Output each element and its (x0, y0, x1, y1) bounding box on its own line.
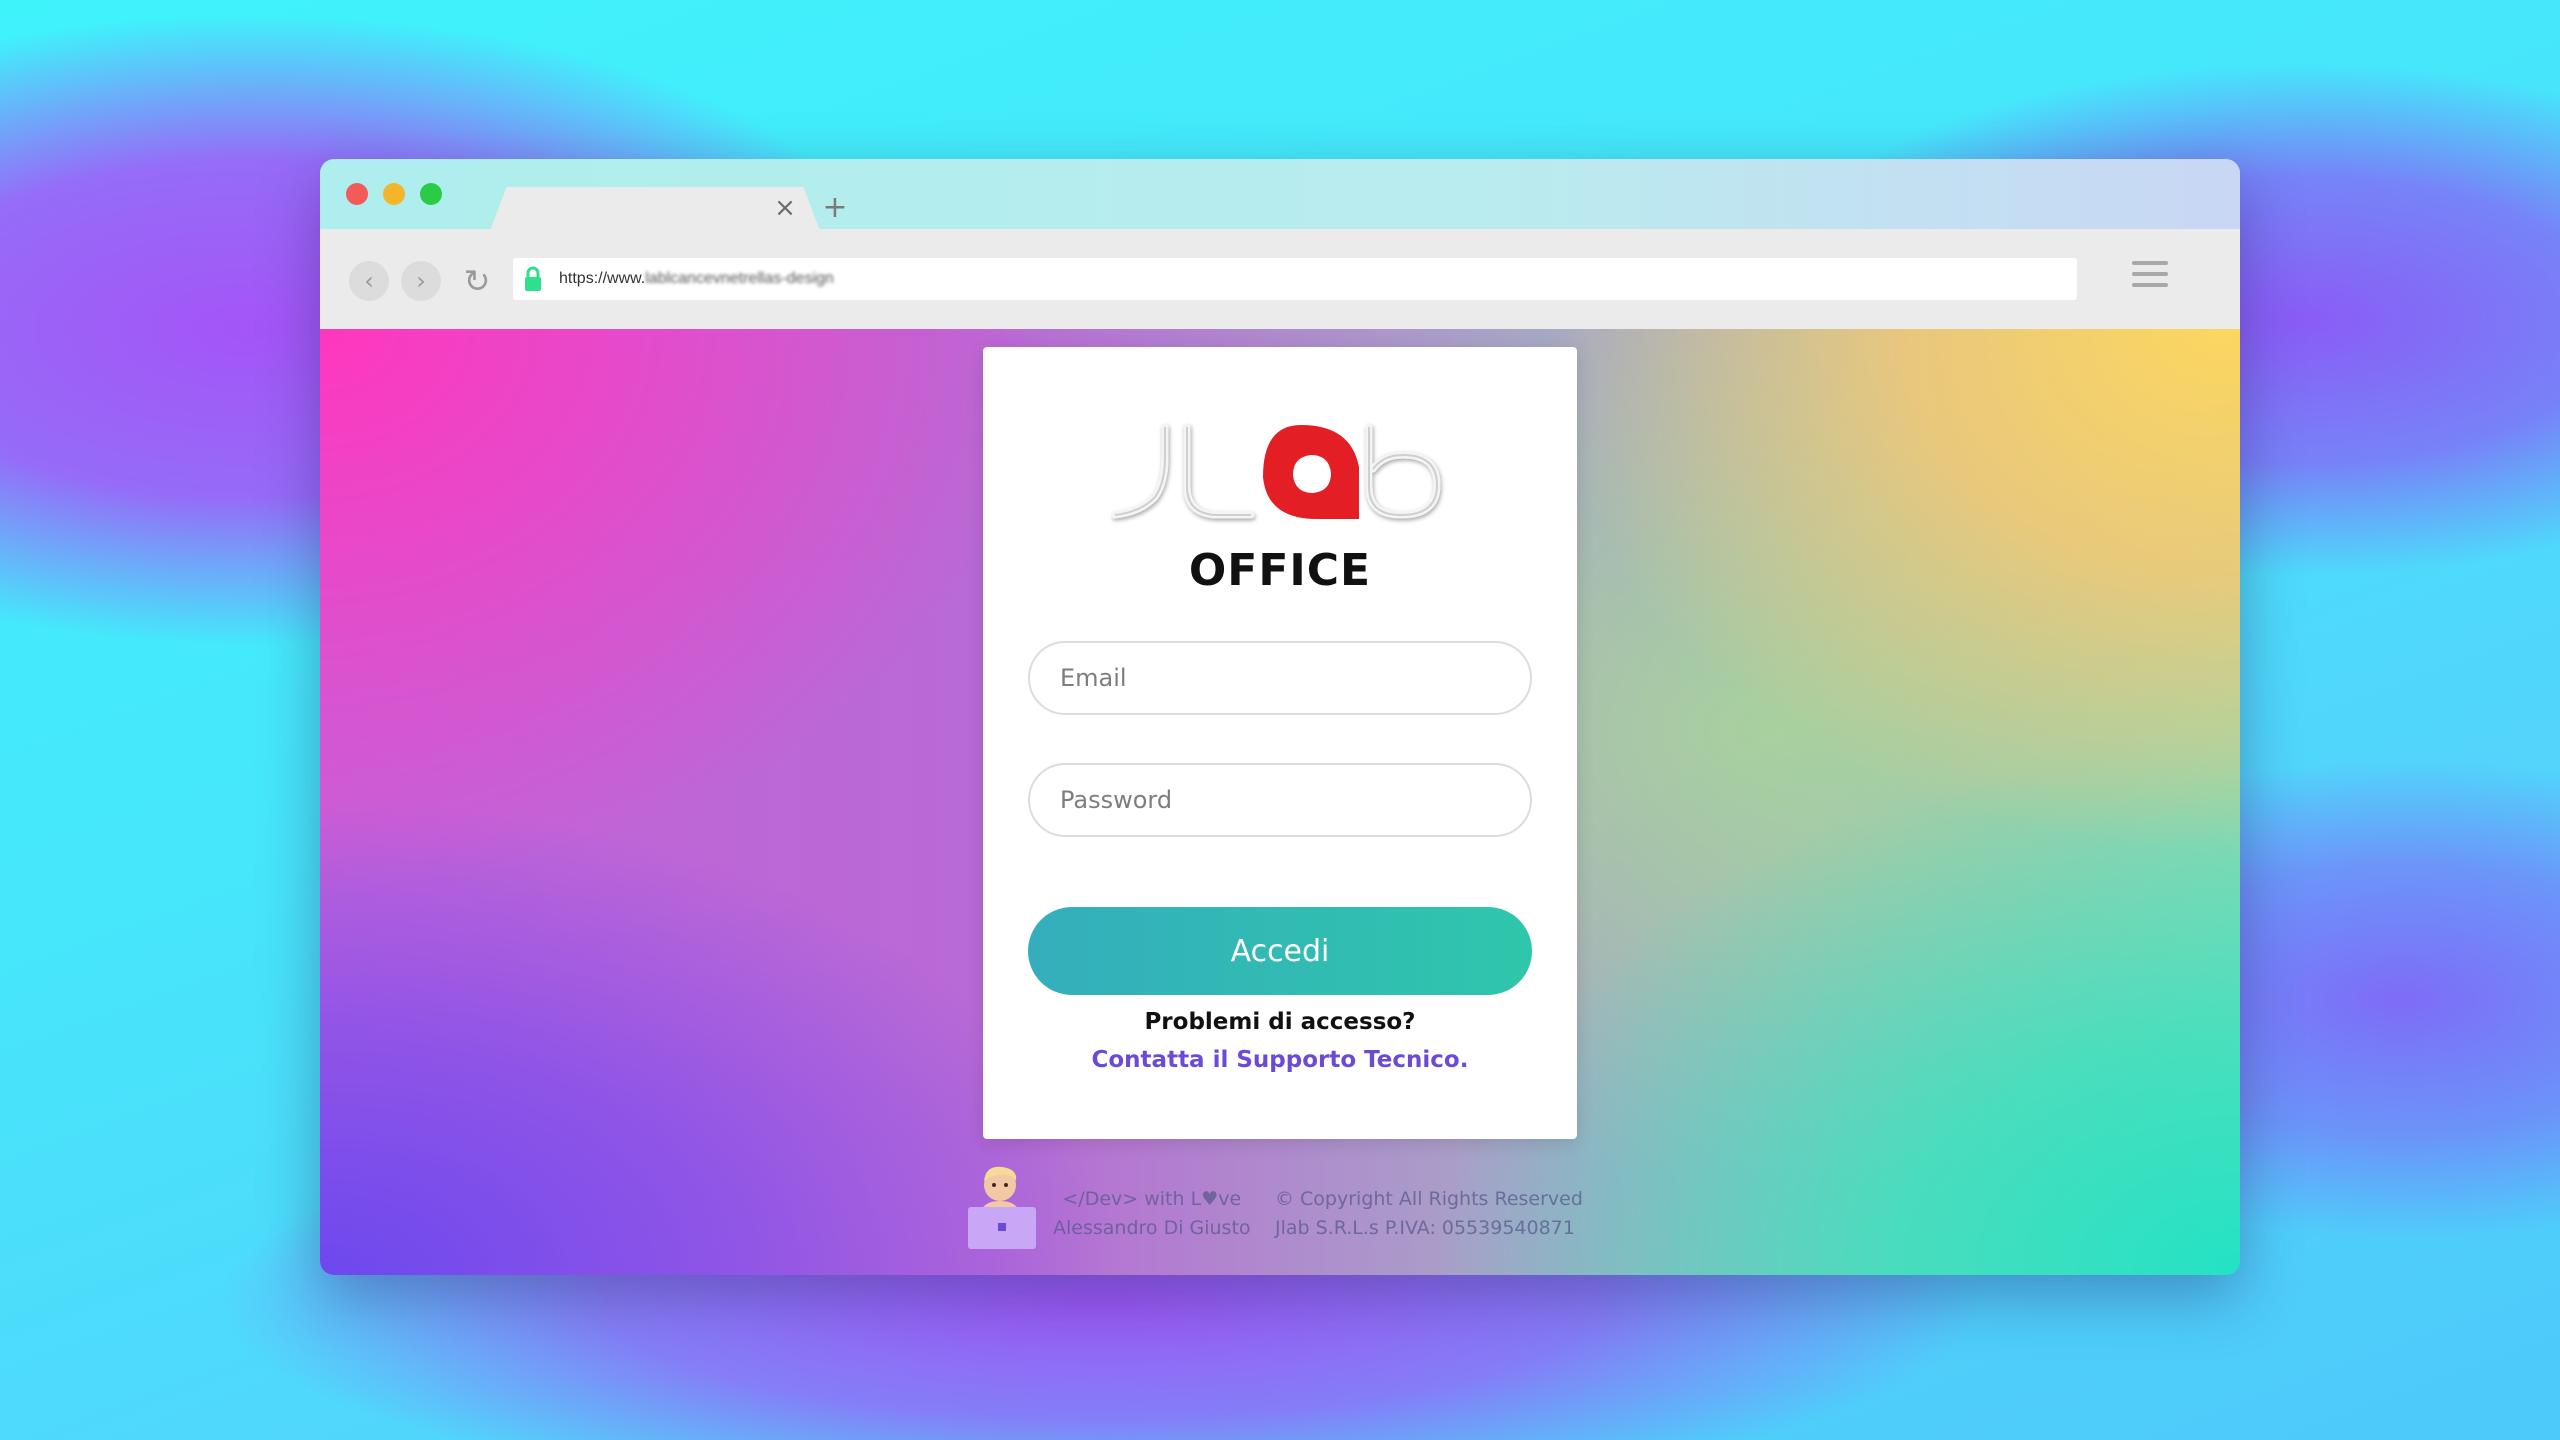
email-field[interactable] (1028, 641, 1532, 715)
dev-line: </Dev> with L♥ve (1062, 1188, 1242, 1210)
forward-arrow-icon[interactable]: › (401, 261, 441, 301)
browser-window: × + ‹ › ↻ https://www.lablcancevnetrella… (320, 159, 2240, 1275)
browser-tab[interactable] (490, 187, 820, 231)
plus-icon[interactable]: + (820, 193, 850, 223)
access-problem-text: Problemi di accesso? (1144, 1009, 1416, 1035)
window-maximize-button[interactable] (420, 183, 442, 205)
jlab-logo (1111, 423, 1441, 519)
title-bar: × + (320, 159, 2240, 229)
back-arrow-icon[interactable]: ‹ (349, 261, 389, 301)
login-button[interactable]: Accedi (1028, 907, 1532, 995)
developer-credit: </Dev> with L♥ve Alessandro Di Giusto (1053, 1185, 1251, 1243)
url-prefix: https://www. (559, 270, 646, 287)
close-icon[interactable]: × (772, 195, 798, 221)
dev-name: Alessandro Di Giusto (1053, 1217, 1251, 1239)
copyright-text: © Copyright All Rights Reserved (1275, 1188, 1583, 1210)
lock-icon (525, 266, 541, 291)
page-title: OFFICE (1188, 545, 1372, 596)
hamburger-menu-icon[interactable] (2132, 261, 2168, 291)
password-field[interactable] (1028, 763, 1532, 837)
window-close-button[interactable] (346, 183, 368, 205)
copyright-info: © Copyright All Rights Reserved Jlab S.R… (1275, 1185, 1583, 1243)
page-content: OFFICE Accedi Problemi di accesso? Conta… (320, 329, 2240, 1275)
login-card: OFFICE Accedi Problemi di accesso? Conta… (983, 347, 1577, 1139)
url-blurred: lablcancevnetrellas-design (645, 270, 834, 287)
company-info: Jlab S.R.L.s P.IVA: 05539540871 (1275, 1217, 1575, 1239)
support-link[interactable]: Contatta il Supporto Tecnico. (983, 1047, 1577, 1073)
window-minimize-button[interactable] (383, 183, 405, 205)
reload-icon[interactable]: ↻ (457, 261, 497, 301)
browser-toolbar: ‹ › ↻ https://www.lablcancevnetrellas-de… (320, 229, 2240, 329)
developer-avatar (968, 1166, 1036, 1249)
url-text: https://www.lablcancevnetrellas-design (559, 270, 834, 288)
address-bar[interactable]: https://www.lablcancevnetrellas-design (513, 258, 2077, 300)
